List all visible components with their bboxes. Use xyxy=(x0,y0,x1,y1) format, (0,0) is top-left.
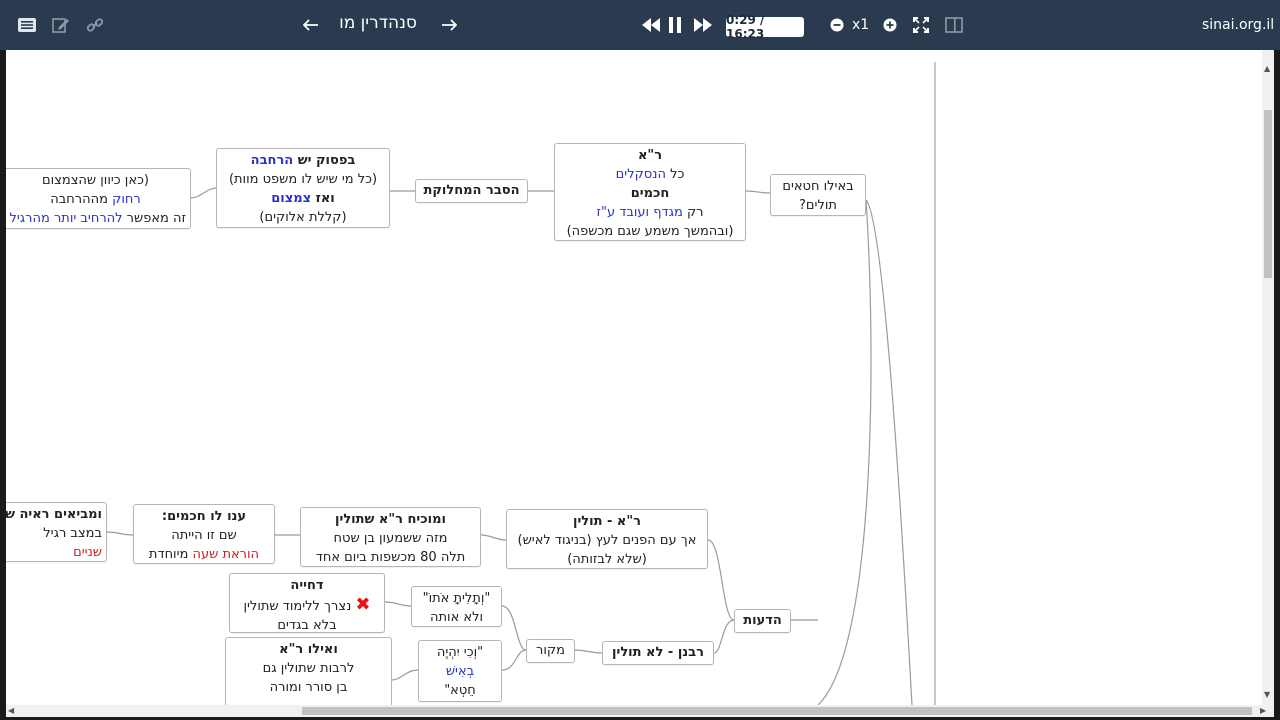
scroll-right-icon[interactable]: ▶ xyxy=(1260,706,1266,715)
node-text-highlight: שניים xyxy=(73,545,102,560)
node-text: מההרחבה xyxy=(50,192,113,207)
top-toolbar: סנהדרין מו 0:29 / 16:23 x1 sinai.org.il xyxy=(0,0,1280,50)
node-text: (כאן כיוון שהצמצום xyxy=(42,173,149,188)
list-icon[interactable] xyxy=(16,14,38,36)
node-bapasuk[interactable]: בפסוק יש הרחבה (כל מי שיש לו משפט מוות) … xyxy=(216,148,390,228)
node-vetalita[interactable]: "וְתָלִיתָ אֹתוֹ" ולא אותה xyxy=(411,586,502,627)
node-deot[interactable]: הדעות xyxy=(734,609,791,633)
vertical-scroll-thumb[interactable] xyxy=(1264,110,1272,278)
panel-divider xyxy=(934,62,936,705)
split-view-icon[interactable] xyxy=(943,14,965,36)
node-kan[interactable]: (כאן כיוון שהצמצום רחוק מההרחבה זה מאפשר… xyxy=(6,168,191,229)
node-text: רק xyxy=(682,205,704,220)
node-text-highlight: מגדף ועובד ע"ז xyxy=(596,205,683,220)
time-display: 0:29 / 16:23 xyxy=(726,13,804,41)
node-text-highlight: רחוק xyxy=(112,192,141,207)
node-text: תולים? xyxy=(799,198,837,213)
fullscreen-icon[interactable] xyxy=(910,14,932,36)
mindmap-canvas[interactable]: באילו חטאים תולים? ר"א כל הנסקלים חכמים … xyxy=(6,50,1262,705)
node-text-highlight: הוראת שעה xyxy=(192,547,260,562)
node-text: ר"א - תולין xyxy=(572,514,641,529)
node-text-highlight: הרחבה xyxy=(250,153,294,168)
node-text: ומוכיח ר"א שתולין xyxy=(335,512,446,527)
vertical-scrollbar[interactable]: ▲ ▼ xyxy=(1262,50,1274,705)
node-text: ומביאים ראיה ש xyxy=(6,507,102,522)
node-veilu[interactable]: ואילו ר"א לרבות שתולין גם בן סורר ומורה xyxy=(225,637,392,705)
node-ra-tolin[interactable]: ר"א - תולין אך עם הפנים לעץ (בניגוד לאיש… xyxy=(506,509,708,569)
node-text: (כל מי שיש לו משפט מוות) xyxy=(228,172,378,187)
zoom-in-icon[interactable] xyxy=(879,14,901,36)
node-text-highlight: בְאִישׁ xyxy=(445,664,475,679)
node-text: "וְתָלִיתָ אֹתוֹ" xyxy=(422,591,491,606)
node-text: (ובהמשך משמע שגם מכשפה) xyxy=(566,224,734,239)
horizontal-scrollbar[interactable]: ◀ ▶ xyxy=(6,705,1274,717)
node-text: ר"א xyxy=(637,148,663,163)
node-text: כל xyxy=(665,167,685,182)
node-text: שם זו הייתה xyxy=(171,528,237,543)
node-text: לרבות שתולין גם xyxy=(262,661,355,676)
node-text: אך עם הפנים לעץ (בניגוד לאיש) xyxy=(517,533,697,548)
zoom-out-icon[interactable] xyxy=(826,14,848,36)
node-text: חֵטְא" xyxy=(444,683,476,698)
link-icon[interactable] xyxy=(84,14,106,36)
horizontal-scroll-thumb[interactable] xyxy=(302,707,1252,715)
node-text-highlight: הנסקלים xyxy=(615,167,666,182)
node-text: בן סורר ומורה xyxy=(269,680,348,695)
node-makor[interactable]: מקור xyxy=(526,639,575,663)
node-text: זה מאפשר xyxy=(122,211,186,226)
node-text: תלה 80 מכשפות ביום אחד xyxy=(315,550,466,565)
x-mark-icon: ✖ xyxy=(355,594,371,615)
node-dechiya[interactable]: דחייה ✖ נצרך ללימוד שתולין בלא בגדים xyxy=(229,573,385,633)
scroll-left-icon[interactable]: ◀ xyxy=(8,706,14,715)
node-text: ואז xyxy=(311,191,335,206)
node-text: נצרך ללימוד שתולין xyxy=(243,599,352,614)
arrow-left-icon[interactable] xyxy=(300,14,322,36)
node-umochiach[interactable]: ומוכיח ר"א שתולין מזה ששמעון בן שטח תלה … xyxy=(300,507,481,567)
node-eilu-hataim[interactable]: באילו חטאים תולים? xyxy=(770,174,866,216)
node-text: מיוחדת xyxy=(148,547,193,562)
zoom-level: x1 xyxy=(852,17,870,33)
site-link[interactable]: sinai.org.il xyxy=(1202,17,1274,33)
node-text: "וְכִי יִהְיֶה xyxy=(436,645,484,660)
fast-forward-icon[interactable] xyxy=(692,14,714,36)
node-text: בלא בגדים xyxy=(277,618,337,633)
node-text: מזה ששמעון בן שטח xyxy=(333,531,448,546)
node-rabanan[interactable]: רבנן - לא תולין xyxy=(602,641,714,665)
node-text: (שלא לבזותה) xyxy=(567,552,647,567)
node-umeviim[interactable]: ומביאים ראיה ש במצב רגיל שניים xyxy=(6,502,107,562)
scroll-up-icon[interactable]: ▲ xyxy=(1264,64,1270,73)
node-ra-chachamim[interactable]: ר"א כל הנסקלים חכמים רק מגדף ועובד ע"ז (… xyxy=(554,143,746,241)
node-anu[interactable]: ענו לו חכמים: שם זו הייתה הוראת שעה מיוח… xyxy=(133,504,275,564)
node-text: בפסוק יש xyxy=(293,153,356,168)
rewind-icon[interactable] xyxy=(640,14,662,36)
node-text: באילו חטאים xyxy=(782,179,854,194)
edit-icon[interactable] xyxy=(50,14,72,36)
node-text: (קללת אלוקים) xyxy=(259,210,347,225)
node-text-highlight: להרחיב יותר מהרגיל xyxy=(9,211,123,226)
node-text-highlight: צמצום xyxy=(271,191,312,206)
node-vechi[interactable]: "וְכִי יִהְיֶה בְאִישׁ חֵטְא" xyxy=(418,640,502,702)
node-text: דחייה xyxy=(290,578,324,593)
node-text: ואילו ר"א xyxy=(279,642,338,657)
node-text: ענו לו חכמים: xyxy=(161,509,247,524)
node-text: ולא אותה xyxy=(429,610,484,625)
node-text: חכמים xyxy=(630,186,670,201)
arrow-right-icon[interactable] xyxy=(438,14,460,36)
pause-icon[interactable] xyxy=(664,14,686,36)
node-text: במצב רגיל xyxy=(43,526,102,541)
scroll-down-icon[interactable]: ▼ xyxy=(1264,690,1270,699)
node-hesber[interactable]: הסבר המחלוקת xyxy=(415,179,528,203)
page-title: סנהדרין מו xyxy=(339,13,417,33)
